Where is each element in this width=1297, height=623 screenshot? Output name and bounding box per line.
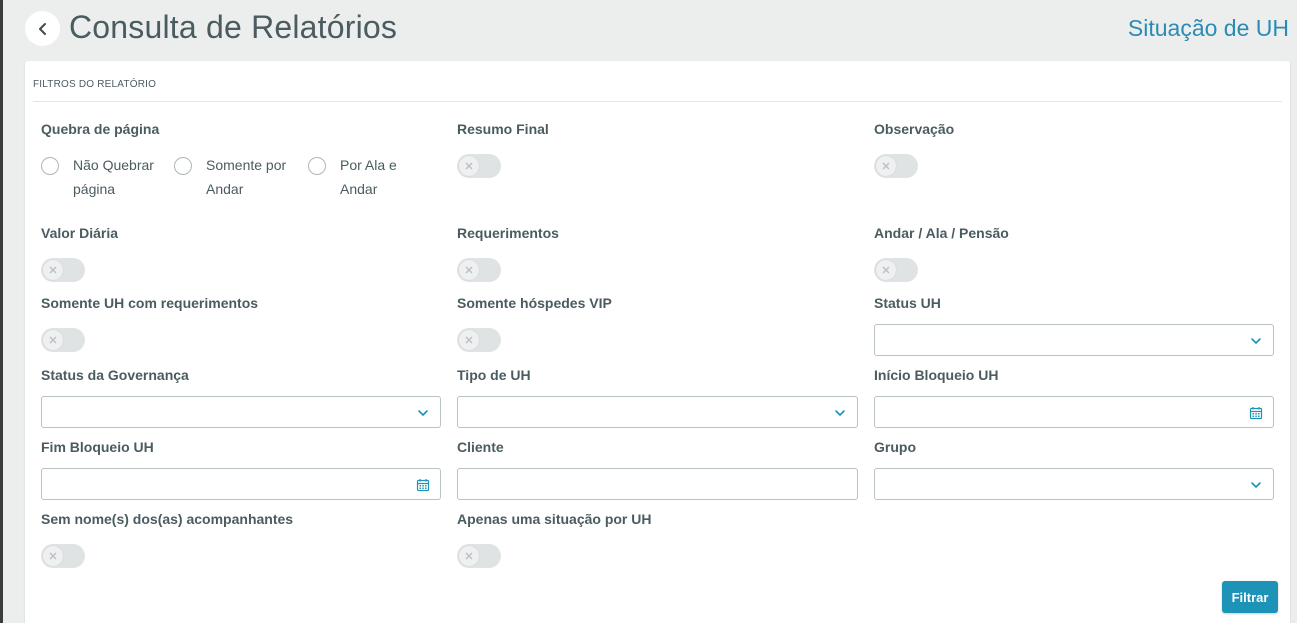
resumo-final-label: Resumo Final bbox=[457, 121, 549, 137]
fim-bloqueio-label: Fim Bloqueio UH bbox=[41, 439, 154, 455]
chevron-down-icon bbox=[1251, 338, 1261, 344]
resumo-final-toggle[interactable] bbox=[457, 154, 501, 178]
valor-diaria-label: Valor Diária bbox=[41, 225, 119, 241]
tipo-uh-label: Tipo de UH bbox=[457, 367, 531, 383]
cliente-label: Cliente bbox=[457, 439, 504, 455]
report-name: Situação de UH bbox=[1127, 15, 1289, 41]
somente-vip-label: Somente hóspedes VIP bbox=[457, 295, 612, 311]
filters-section-title: FILTROS DO RELATÓRIO bbox=[33, 79, 157, 90]
andar-ala-pensao-toggle[interactable] bbox=[874, 258, 918, 282]
x-icon bbox=[882, 162, 890, 170]
status-uh-select[interactable] bbox=[874, 324, 1274, 356]
chevron-left-icon bbox=[38, 22, 46, 35]
page-title: Consulta de Relatórios bbox=[69, 9, 398, 45]
calendar-icon[interactable] bbox=[1249, 406, 1263, 420]
radio-circle[interactable] bbox=[308, 157, 326, 175]
toggle-knob bbox=[459, 330, 479, 350]
uma-situacao-toggle[interactable] bbox=[457, 544, 501, 568]
x-icon bbox=[49, 336, 57, 344]
radio-circle[interactable] bbox=[174, 157, 192, 175]
inicio-bloqueio-date-input[interactable] bbox=[874, 396, 1274, 428]
uma-situacao-label: Apenas uma situação por UH bbox=[457, 511, 652, 527]
andar-ala-pensao-label: Andar / Ala / Pensão bbox=[874, 225, 1009, 241]
x-icon bbox=[465, 162, 473, 170]
sem-nomes-label: Sem nome(s) dos(as) acompanhantes bbox=[41, 511, 294, 527]
inicio-bloqueio-label: Início Bloqueio UH bbox=[874, 367, 999, 383]
status-governanca-select[interactable] bbox=[41, 396, 441, 428]
x-icon bbox=[49, 552, 57, 560]
grupo-label: Grupo bbox=[874, 439, 916, 455]
x-icon bbox=[465, 336, 473, 344]
radio-label: Não Quebrar página bbox=[73, 157, 154, 197]
toggle-knob bbox=[459, 260, 479, 280]
somente-uh-requerimentos-toggle[interactable] bbox=[41, 328, 85, 352]
status-governanca-label: Status da Governança bbox=[41, 367, 189, 383]
page-break-label: Quebra de página bbox=[41, 121, 160, 137]
observacao-label: Observação bbox=[874, 121, 955, 137]
requerimentos-toggle[interactable] bbox=[457, 258, 501, 282]
back-button[interactable] bbox=[25, 11, 60, 46]
somente-vip-toggle[interactable] bbox=[457, 328, 501, 352]
chevron-down-icon bbox=[1251, 482, 1261, 488]
filters-card: FILTROS DO RELATÓRIO Quebra de página Nã… bbox=[25, 61, 1290, 623]
somente-uh-requerimentos-label: Somente UH com requerimentos bbox=[41, 295, 259, 311]
x-icon bbox=[465, 552, 473, 560]
chevron-down-icon bbox=[835, 410, 845, 416]
x-icon bbox=[465, 266, 473, 274]
valor-diaria-toggle[interactable] bbox=[41, 258, 85, 282]
tipo-uh-select[interactable] bbox=[457, 396, 858, 428]
radio-label: Por Ala e Andar bbox=[340, 157, 397, 197]
x-icon bbox=[49, 266, 57, 274]
toggle-knob bbox=[43, 546, 63, 566]
cliente-input[interactable] bbox=[457, 468, 858, 500]
toggle-knob bbox=[459, 156, 479, 176]
toggle-knob bbox=[459, 546, 479, 566]
section-divider bbox=[33, 101, 1282, 102]
fim-bloqueio-date-input[interactable] bbox=[41, 468, 441, 500]
sem-nomes-toggle[interactable] bbox=[41, 544, 85, 568]
toggle-knob bbox=[43, 260, 63, 280]
x-icon bbox=[882, 266, 890, 274]
toggle-knob bbox=[876, 156, 896, 176]
radio-label: Somente por Andar bbox=[206, 157, 287, 197]
observacao-toggle[interactable] bbox=[874, 154, 918, 178]
radio-circle[interactable] bbox=[41, 157, 59, 175]
toggle-knob bbox=[876, 260, 896, 280]
filter-button[interactable]: Filtrar bbox=[1222, 581, 1278, 613]
chevron-down-icon bbox=[418, 410, 428, 416]
calendar-icon[interactable] bbox=[416, 478, 430, 492]
left-edge-bar bbox=[0, 0, 3, 623]
requerimentos-label: Requerimentos bbox=[457, 225, 559, 241]
status-uh-label: Status UH bbox=[874, 295, 941, 311]
grupo-select[interactable] bbox=[874, 468, 1274, 500]
toggle-knob bbox=[43, 330, 63, 350]
